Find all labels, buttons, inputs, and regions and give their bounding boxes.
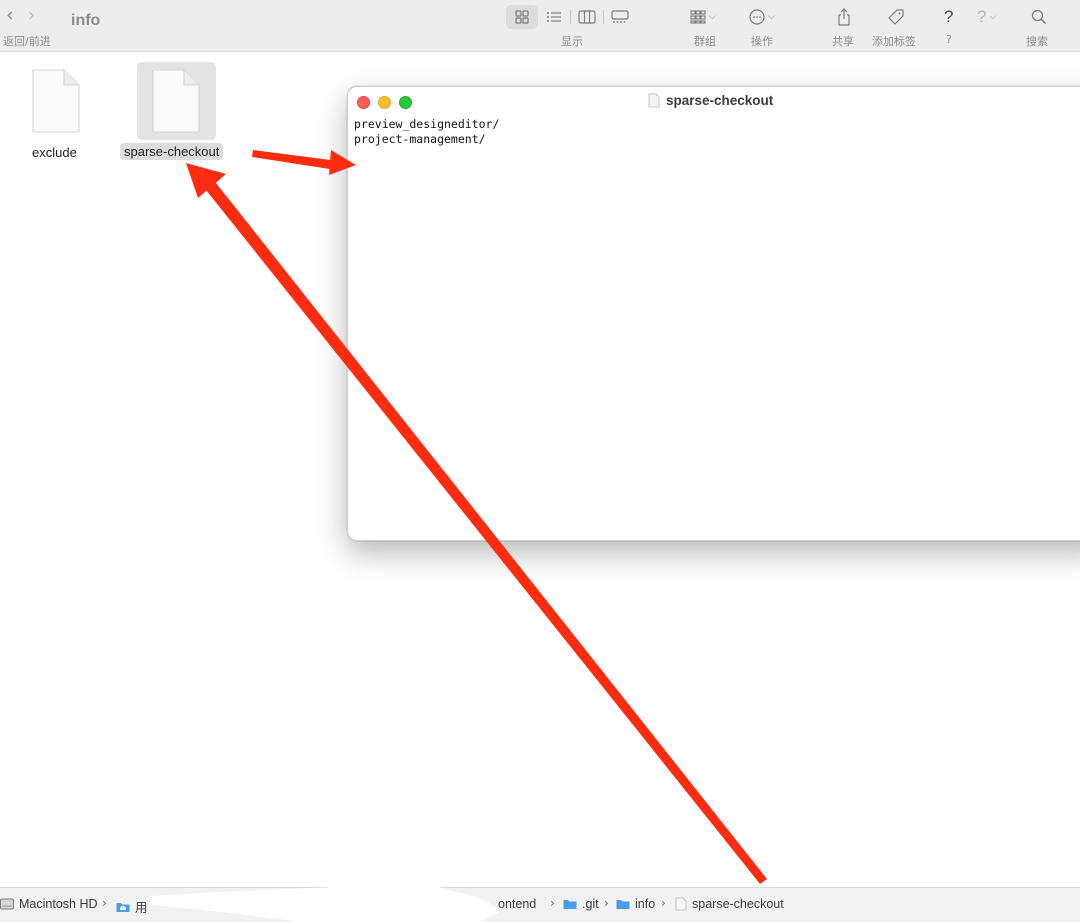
question-mark-icon-secondary: ? bbox=[977, 7, 987, 26]
file-name-selected: sparse-checkout bbox=[120, 143, 224, 160]
group-label: 群组 bbox=[694, 35, 716, 48]
path-item-label: 用 bbox=[135, 901, 148, 915]
gallery-view-button[interactable] bbox=[604, 5, 636, 29]
question-mark-icon: ? bbox=[944, 7, 954, 26]
editor-content[interactable]: preview_designeditor/ project-management… bbox=[354, 117, 499, 147]
minimize-button[interactable] bbox=[378, 96, 391, 109]
columns-icon bbox=[578, 10, 596, 24]
help-button[interactable]: ? bbox=[944, 6, 953, 28]
tags-label: 添加标签 bbox=[872, 35, 916, 48]
path-item-user[interactable]: 用 bbox=[116, 897, 148, 916]
search-label: 搜索 bbox=[1026, 35, 1048, 48]
grid-icon bbox=[515, 10, 529, 24]
editor-title-text: sparse-checkout bbox=[666, 93, 774, 108]
document-icon bbox=[675, 897, 687, 911]
document-icon bbox=[648, 93, 660, 108]
close-button[interactable] bbox=[357, 96, 370, 109]
textedit-window: sparse-checkout preview_designeditor/ pr… bbox=[347, 86, 1080, 541]
path-item-label: info bbox=[635, 897, 656, 911]
document-icon bbox=[152, 69, 200, 133]
chevron-down-icon: ⌵ bbox=[989, 12, 997, 22]
tag-button[interactable] bbox=[887, 6, 905, 28]
window-title: info bbox=[71, 12, 101, 29]
chevron-right-icon: › bbox=[604, 896, 609, 910]
chevron-right-icon: › bbox=[661, 896, 666, 910]
path-item-frontend[interactable]: ontend bbox=[498, 897, 536, 911]
group-grid-icon bbox=[690, 10, 706, 24]
search-icon bbox=[1031, 9, 1046, 24]
hard-drive-icon bbox=[0, 898, 14, 910]
path-bar: Macintosh HD › 用 ontend › .git › info › … bbox=[0, 887, 1080, 922]
display-label: 显示 bbox=[561, 35, 583, 48]
forward-icon[interactable]: › bbox=[28, 4, 36, 26]
column-view-button[interactable] bbox=[571, 5, 603, 29]
action-button[interactable]: ⌵ bbox=[749, 6, 775, 28]
action-label: 操作 bbox=[751, 35, 773, 48]
search-button[interactable] bbox=[1031, 6, 1047, 28]
arrow-to-editor bbox=[252, 150, 356, 175]
back-forward-label: 返回/前进 bbox=[3, 35, 51, 48]
ellipsis-circle-icon bbox=[749, 9, 765, 25]
help-menu-button[interactable]: ? ⌵ bbox=[977, 6, 996, 28]
share-button[interactable] bbox=[837, 6, 851, 28]
finder-toolbar: ‹ › info 返回/前进 显示 ⌵ 群组 ⌵ 操作 共享 添加标签 ? ? … bbox=[0, 0, 1080, 52]
nav-buttons: ‹ › bbox=[6, 4, 35, 26]
folder-icon bbox=[616, 900, 630, 909]
group-button[interactable]: ⌵ bbox=[690, 6, 716, 28]
document-icon bbox=[32, 69, 80, 133]
path-item-label: Macintosh HD bbox=[19, 897, 98, 911]
path-item-info[interactable]: info bbox=[616, 897, 655, 911]
folder-icon bbox=[563, 900, 577, 909]
path-item-label: sparse-checkout bbox=[692, 897, 784, 911]
chevron-right-icon: › bbox=[102, 896, 107, 910]
path-item-label: ontend bbox=[498, 897, 537, 911]
editor-title: sparse-checkout bbox=[648, 93, 773, 108]
help-label: ? bbox=[946, 33, 952, 46]
file-name: exclude bbox=[32, 145, 77, 160]
editor-titlebar: sparse-checkout bbox=[348, 87, 1080, 115]
zoom-button[interactable] bbox=[399, 96, 412, 109]
text-line: project-management/ bbox=[354, 132, 486, 146]
icon-view-button[interactable] bbox=[506, 5, 538, 29]
path-item-macintosh-hd[interactable]: Macintosh HD bbox=[0, 897, 98, 911]
list-view-button[interactable] bbox=[538, 5, 570, 29]
desktop-screenshot: ‹ › info 返回/前进 显示 ⌵ 群组 ⌵ 操作 共享 添加标签 ? ? … bbox=[0, 0, 1080, 922]
home-folder-icon bbox=[116, 902, 130, 912]
text-line: preview_designeditor/ bbox=[354, 117, 500, 131]
path-item-label: .git bbox=[582, 897, 599, 911]
share-label: 共享 bbox=[832, 35, 854, 48]
back-icon[interactable]: ‹ bbox=[6, 4, 14, 26]
list-icon bbox=[547, 12, 561, 22]
view-mode-group bbox=[506, 5, 636, 29]
path-item-sparse-checkout[interactable]: sparse-checkout bbox=[675, 897, 784, 911]
gallery-icon bbox=[611, 10, 629, 23]
path-item-git[interactable]: .git bbox=[563, 897, 599, 911]
share-icon bbox=[838, 8, 850, 26]
tag-icon bbox=[888, 9, 904, 25]
chevron-down-icon: ⌵ bbox=[709, 12, 716, 22]
chevron-right-icon: › bbox=[550, 896, 555, 910]
chevron-down-icon: ⌵ bbox=[768, 12, 775, 22]
